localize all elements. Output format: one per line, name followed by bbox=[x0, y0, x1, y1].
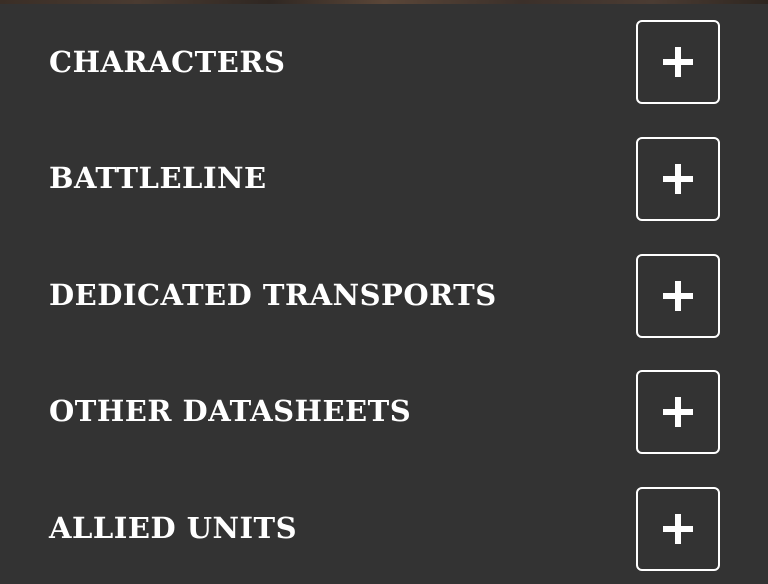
plus-icon bbox=[663, 164, 693, 194]
plus-icon bbox=[663, 47, 693, 77]
expand-battleline-button[interactable] bbox=[636, 137, 720, 221]
section-allied-units[interactable]: ALLIED UNITS bbox=[0, 470, 768, 584]
section-title-characters: CHARACTERS bbox=[49, 45, 286, 79]
section-battleline[interactable]: BATTLELINE bbox=[0, 120, 768, 236]
section-title-allied-units: ALLIED UNITS bbox=[49, 511, 298, 545]
section-list: CHARACTERS BATTLELINE DEDICATED TRANSPOR… bbox=[0, 4, 768, 584]
expand-characters-button[interactable] bbox=[636, 20, 720, 104]
expand-allied-units-button[interactable] bbox=[636, 487, 720, 571]
datasheet-category-panel: CHARACTERS BATTLELINE DEDICATED TRANSPOR… bbox=[0, 0, 768, 584]
expand-other-datasheets-button[interactable] bbox=[636, 370, 720, 454]
section-title-other-datasheets: OTHER DATASHEETS bbox=[49, 394, 412, 428]
plus-icon bbox=[663, 397, 693, 427]
plus-icon bbox=[663, 514, 693, 544]
expand-dedicated-transports-button[interactable] bbox=[636, 254, 720, 338]
section-title-dedicated-transports: DEDICATED TRANSPORTS bbox=[49, 278, 497, 312]
section-dedicated-transports[interactable]: DEDICATED TRANSPORTS bbox=[0, 237, 768, 353]
section-title-battleline: BATTLELINE bbox=[49, 161, 267, 195]
plus-icon bbox=[663, 281, 693, 311]
section-characters[interactable]: CHARACTERS bbox=[0, 4, 768, 120]
section-other-datasheets[interactable]: OTHER DATASHEETS bbox=[0, 353, 768, 469]
